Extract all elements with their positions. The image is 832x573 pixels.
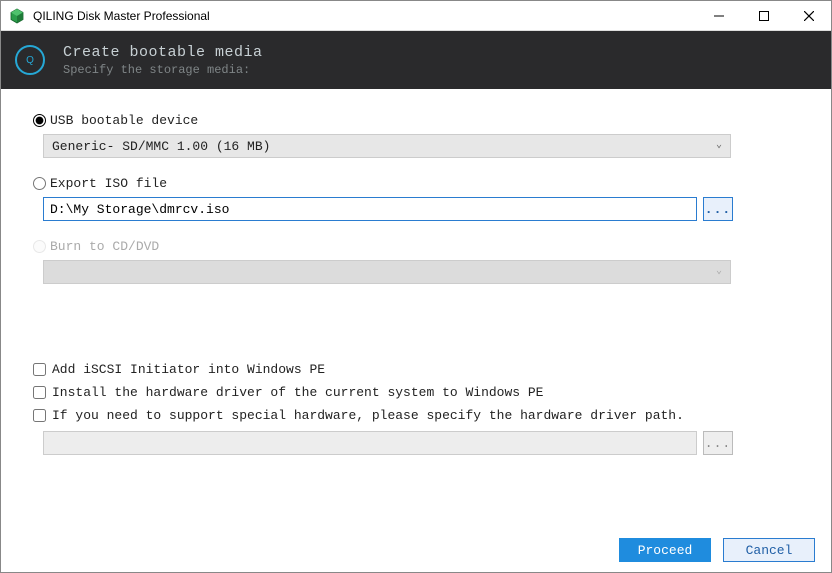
usb-device-value: Generic- SD/MMC 1.00 (16 MB) xyxy=(52,139,270,154)
proceed-button[interactable]: Proceed xyxy=(619,538,711,562)
close-button[interactable] xyxy=(786,1,831,31)
minimize-button[interactable] xyxy=(696,1,741,31)
check-driver-path-label: If you need to support special hardware,… xyxy=(52,408,684,423)
check-driver-current-label: Install the hardware driver of the curre… xyxy=(52,385,543,400)
radio-cd-row: Burn to CD/DVD xyxy=(33,239,799,254)
cancel-button[interactable]: Cancel xyxy=(723,538,815,562)
usb-device-select[interactable]: Generic- SD/MMC 1.00 (16 MB) ⌄ xyxy=(43,134,731,158)
titlebar: QILING Disk Master Professional xyxy=(1,1,831,31)
chevron-down-icon: ⌄ xyxy=(716,265,722,277)
iso-path-input[interactable] xyxy=(43,197,697,221)
check-driver-path[interactable] xyxy=(33,409,46,422)
radio-usb-row[interactable]: USB bootable device xyxy=(33,113,799,128)
minimize-icon xyxy=(714,11,724,21)
radio-usb[interactable] xyxy=(33,114,46,127)
content-area: USB bootable device Generic- SD/MMC 1.00… xyxy=(1,89,831,528)
header-subtitle: Specify the storage media: xyxy=(63,63,263,77)
check-iscsi-label: Add iSCSI Initiator into Windows PE xyxy=(52,362,325,377)
radio-usb-label: USB bootable device xyxy=(50,113,198,128)
driver-path-input xyxy=(43,431,697,455)
radio-iso-label: Export ISO file xyxy=(50,176,167,191)
wizard-header: Q Create bootable media Specify the stor… xyxy=(1,31,831,89)
radio-cd-label: Burn to CD/DVD xyxy=(50,239,159,254)
maximize-button[interactable] xyxy=(741,1,786,31)
driver-browse-button: ... xyxy=(703,431,733,455)
check-iscsi-row[interactable]: Add iSCSI Initiator into Windows PE xyxy=(33,362,799,377)
check-driver-current[interactable] xyxy=(33,386,46,399)
chevron-down-icon: ⌄ xyxy=(716,139,722,151)
radio-iso[interactable] xyxy=(33,177,46,190)
iso-browse-button[interactable]: ... xyxy=(703,197,733,221)
close-icon xyxy=(804,11,814,21)
footer: Proceed Cancel xyxy=(1,528,831,572)
cd-device-select: ⌄ xyxy=(43,260,731,284)
window-title: QILING Disk Master Professional xyxy=(33,9,696,23)
header-ring-icon: Q xyxy=(15,45,45,75)
check-iscsi[interactable] xyxy=(33,363,46,376)
check-driver-path-row[interactable]: If you need to support special hardware,… xyxy=(33,408,799,423)
check-driver-current-row[interactable]: Install the hardware driver of the curre… xyxy=(33,385,799,400)
radio-cd xyxy=(33,240,46,253)
maximize-icon xyxy=(759,11,769,21)
header-title: Create bootable media xyxy=(63,44,263,61)
radio-iso-row[interactable]: Export ISO file xyxy=(33,176,799,191)
app-logo-icon xyxy=(9,8,25,24)
